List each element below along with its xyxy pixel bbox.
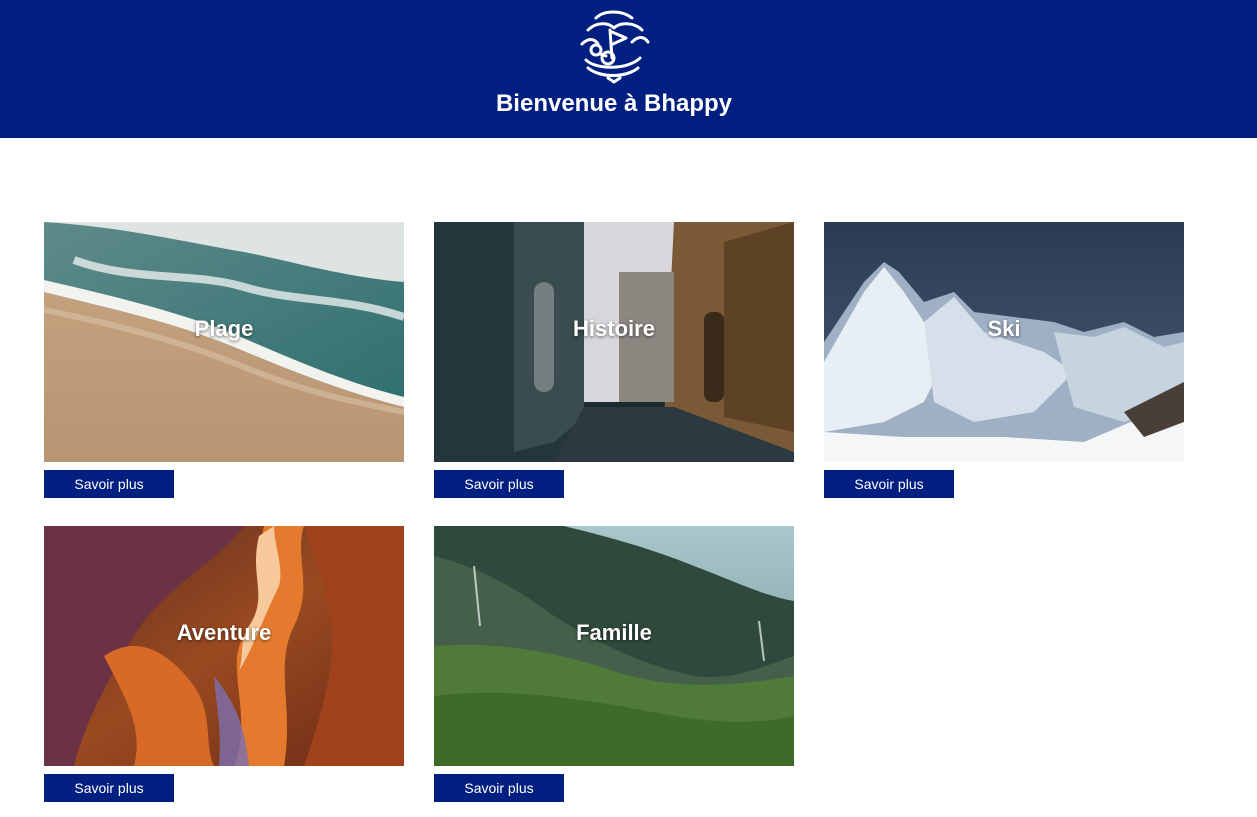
card-title: Histoire [573,316,655,341]
learn-more-button[interactable]: Savoir plus [44,470,174,498]
card-title: Aventure [176,620,272,645]
destination-card-histoire: Histoire Savoir plus [434,222,794,498]
card-title: Plage [194,316,254,341]
old-town-street-image: Histoire [434,222,794,462]
learn-more-button[interactable]: Savoir plus [434,774,564,802]
beach-waves-image: Plage [44,222,404,462]
canyon-image: Aventure [44,526,404,766]
card-title: Famille [576,620,652,645]
destination-card-aventure: Aventure Savoir plus [44,526,404,802]
card-title: Ski [987,316,1021,341]
bhappy-logo-icon [580,10,650,84]
learn-more-button[interactable]: Savoir plus [44,774,174,802]
snowy-mountains-image: Ski [824,222,1184,462]
green-valley-image: Famille [434,526,794,766]
destination-card-famille: Famille Savoir plus [434,526,794,802]
learn-more-button[interactable]: Savoir plus [434,470,564,498]
site-title: Bienvenue à Bhappy [495,90,733,117]
destination-card-plage: Plage Savoir plus [44,222,404,498]
site-header: Bienvenue à Bhappy [0,0,1257,138]
learn-more-button[interactable]: Savoir plus [824,470,954,498]
destination-card-ski: Ski Savoir plus [824,222,1184,498]
